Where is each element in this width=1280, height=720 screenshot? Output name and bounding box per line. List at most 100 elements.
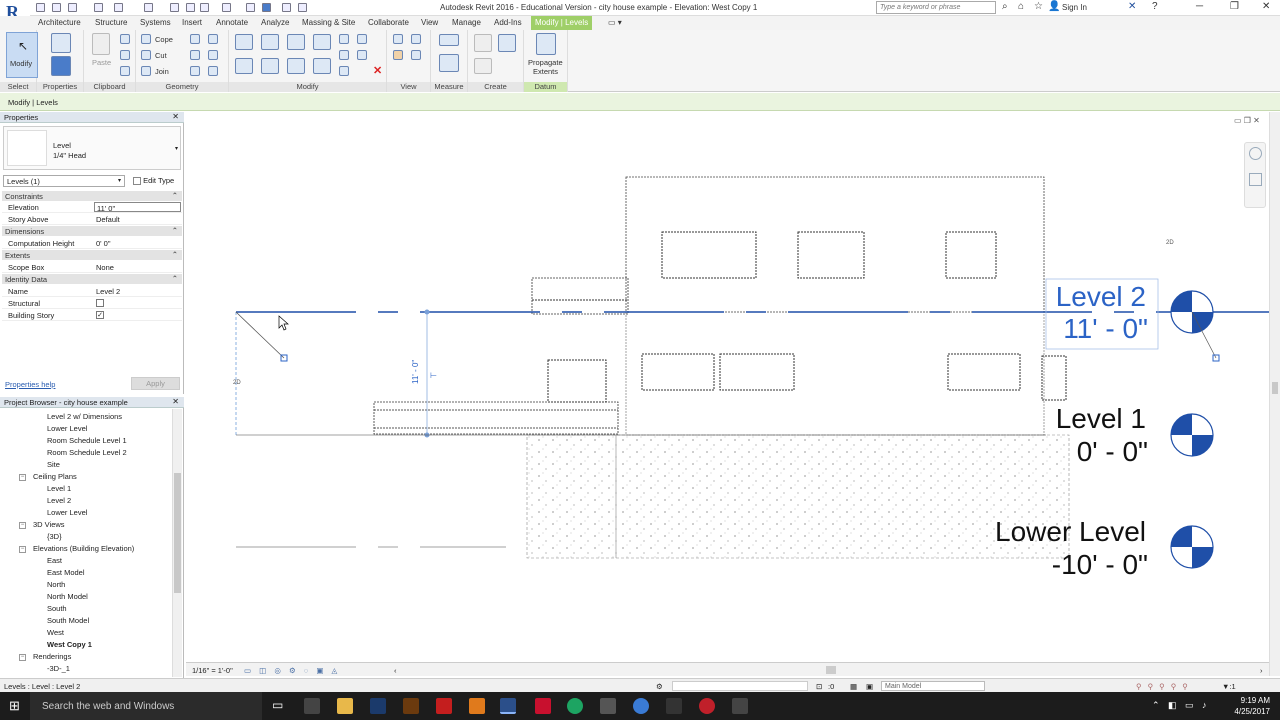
temp-dimension-text[interactable]: 11' - 0" (411, 360, 420, 384)
mirror-axis-icon[interactable] (287, 34, 305, 50)
tree-group[interactable]: Renderings (33, 652, 71, 661)
cut-geometry-button[interactable]: Cut (155, 51, 167, 60)
scroll-right-icon[interactable]: › (1260, 666, 1263, 675)
subscription-icon[interactable]: ⌂ (1018, 1, 1024, 12)
tab-structure[interactable]: Structure (95, 18, 127, 27)
scale-icon[interactable] (357, 50, 367, 60)
view-scale[interactable]: 1/16" = 1'-0" (192, 666, 233, 675)
instance-filter-select[interactable]: Levels (1) ▾ (3, 175, 125, 187)
illustrator-icon[interactable] (403, 698, 419, 714)
search-icon[interactable]: ⌕ (1002, 1, 1008, 12)
chrome-icon[interactable] (567, 698, 583, 714)
tab-architecture[interactable]: Architecture (38, 18, 81, 27)
file-explorer-icon[interactable] (337, 698, 353, 714)
3d-view-icon[interactable] (222, 3, 231, 12)
browser-scrollbar[interactable] (172, 409, 182, 677)
create-group-icon[interactable] (474, 34, 492, 52)
level-1-name[interactable]: Level 1 (1056, 403, 1146, 434)
device-icon[interactable] (732, 698, 748, 714)
browser-icon[interactable] (633, 698, 649, 714)
tree-item[interactable]: North Model (47, 592, 88, 601)
cope-button[interactable]: Cope (155, 35, 173, 44)
linework-icon[interactable] (393, 50, 403, 60)
tree-item[interactable]: Level 2 (47, 496, 71, 505)
array-icon[interactable] (339, 50, 349, 60)
tree-item[interactable]: South Model (47, 616, 89, 625)
tab-systems[interactable]: Systems (140, 18, 171, 27)
close-properties-icon[interactable]: ✕ (172, 112, 179, 121)
section-identity-data[interactable]: Identity Data ⌃ (2, 274, 182, 284)
measure-icon[interactable] (144, 3, 153, 12)
split-gap-icon[interactable] (357, 34, 367, 44)
prop-row-scope-box[interactable]: Scope Box None (2, 261, 182, 273)
photoshop-icon[interactable] (370, 698, 386, 714)
workset-icon[interactable]: ⚙ (656, 682, 663, 691)
tree-item[interactable]: South (47, 604, 67, 613)
canvas-vscroll-thumb[interactable] (1272, 382, 1278, 394)
tree-group[interactable]: Elevations (Building Elevation) (33, 544, 134, 553)
create-parts-icon[interactable] (474, 58, 492, 74)
tree-item[interactable]: Lower Level (47, 424, 87, 433)
join-geometry-button[interactable]: Join (155, 67, 169, 76)
remove-paint-icon[interactable] (208, 50, 218, 60)
paint-icon[interactable] (208, 34, 218, 44)
level-2-elevation[interactable]: 11' - 0" (1063, 313, 1148, 344)
autocad-icon[interactable] (436, 698, 452, 714)
view-controls-icons[interactable]: ▭ ◫ ◎ ⚙ ◌ ▣ ◬ (244, 666, 340, 675)
cope-icon[interactable] (141, 34, 151, 44)
scroll-left-icon[interactable]: ‹ (394, 666, 397, 675)
help-search-input[interactable]: Type a keyword or phrase (876, 1, 996, 14)
2d-toggle-right[interactable]: 2D (1166, 240, 1174, 246)
tree-group[interactable]: Ceiling Plans (33, 472, 77, 481)
tree-item[interactable]: West (47, 628, 64, 637)
canvas-hscroll-thumb[interactable] (826, 666, 836, 674)
sketchup-icon[interactable] (469, 698, 485, 714)
sign-in-link[interactable]: Sign In (1062, 3, 1087, 12)
canvas-vertical-scrollbar[interactable] (1269, 112, 1280, 676)
offset-icon[interactable] (261, 34, 279, 50)
taskbar-search[interactable]: Search the web and Windows (30, 692, 262, 720)
collapse-toggle-icon[interactable]: − (19, 546, 26, 553)
tree-item[interactable]: -3D-_1 (47, 664, 70, 673)
fm-icon[interactable] (699, 698, 715, 714)
tree-item[interactable]: East (47, 556, 62, 565)
delete-icon[interactable]: ✕ (373, 64, 382, 77)
scope-box-value[interactable]: None (94, 262, 181, 272)
design-options-icon[interactable]: ▣ (866, 682, 873, 691)
tree-item[interactable]: Level 2 w/ Dimensions (47, 412, 122, 421)
collapse-toggle-icon[interactable]: − (19, 474, 26, 481)
hide-icon[interactable] (393, 34, 403, 44)
tab-view[interactable]: View (421, 18, 438, 27)
pen-icon[interactable] (666, 698, 682, 714)
align-icon[interactable] (235, 34, 253, 50)
edit-type-button[interactable]: Edit Type (131, 174, 181, 187)
tab-analyze[interactable]: Analyze (261, 18, 289, 27)
zoom-icon[interactable] (1249, 173, 1262, 186)
collapse-toggle-icon[interactable]: − (19, 654, 26, 661)
help-icon[interactable]: ? (1152, 1, 1158, 12)
calculator-icon[interactable] (304, 698, 320, 714)
rotate-icon[interactable] (287, 58, 305, 74)
section-dimensions[interactable]: Dimensions ⌃ (2, 226, 182, 236)
structural-checkbox[interactable] (96, 299, 104, 307)
tab-add-ins[interactable]: Add-Ins (494, 18, 522, 27)
mirror-draw-icon[interactable] (313, 34, 331, 50)
filter-icon[interactable]: ▦ (850, 682, 857, 691)
tab-massing-site[interactable]: Massing & Site (302, 18, 355, 27)
cut-geometry-icon[interactable] (141, 50, 151, 60)
view-window-controls-icon[interactable]: ▭ ❐ ✕ (1234, 116, 1260, 125)
tab-modify-levels[interactable]: Modify | Levels (531, 16, 593, 30)
split-face-icon[interactable] (190, 34, 200, 44)
filter-status-icon[interactable]: ▼:1 (1222, 682, 1236, 691)
wall-joins-icon[interactable] (190, 50, 200, 60)
browser-scroll-thumb[interactable] (174, 473, 181, 593)
prop-row-story-above[interactable]: Story Above Default (2, 213, 182, 225)
beam-join-icon[interactable] (208, 66, 218, 76)
tree-item[interactable]: Lower Level (47, 508, 87, 517)
redo-icon[interactable] (114, 3, 123, 12)
dimension-icon[interactable] (170, 3, 179, 12)
type-dropdown-icon[interactable]: ▾ (175, 145, 178, 152)
2d-toggle-left[interactable]: 2D (233, 380, 241, 386)
split-icon[interactable] (339, 34, 349, 44)
tab-collaborate[interactable]: Collaborate (368, 18, 409, 27)
